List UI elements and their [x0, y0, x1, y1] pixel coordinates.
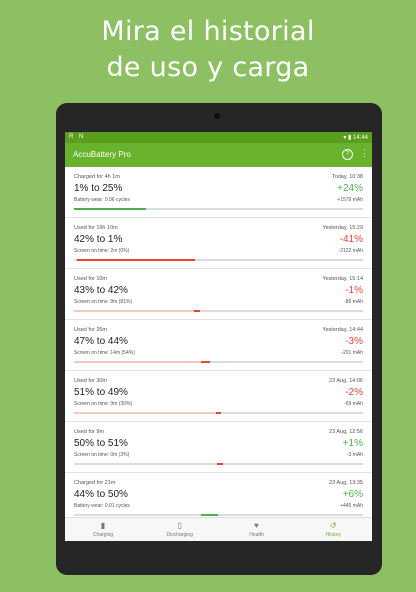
session-detail: Screen on time: 9m (30%)	[74, 401, 133, 407]
session-mah: -69 mAh	[344, 401, 363, 407]
session-card[interactable]: Used for 26m Yesterday, 14:44 47% to 44% -3…	[65, 320, 372, 371]
session-detail: Battery wear: 0.06 cycles	[74, 197, 130, 203]
session-range: 43% to 42%	[74, 285, 128, 296]
session-timestamp: Yesterday, 15:29	[322, 225, 363, 231]
nav-label: Discharging	[166, 532, 193, 538]
session-level-trail	[74, 310, 194, 312]
session-detail: Screen on time: 2m (0%)	[74, 248, 130, 254]
session-duration: Used for 9m	[74, 429, 104, 435]
session-change: -2%	[345, 387, 363, 398]
app-screen: R N ▾ ▮ 14:44 AccuBattery Pro ? ⋮ Charge…	[65, 132, 372, 541]
session-change: +6%	[342, 489, 363, 500]
session-level-bar	[74, 310, 363, 312]
session-detail: Battery wear: 0.01 cycles	[74, 503, 130, 509]
more-options-icon[interactable]: ⋮	[360, 148, 369, 159]
session-list[interactable]: Charged for 4h 1m Today, 10:38 1% to 25% +2…	[65, 167, 372, 517]
session-level-bar	[74, 259, 363, 261]
status-bar: R N ▾ ▮ 14:44	[65, 132, 372, 143]
session-level-bar	[74, 361, 363, 363]
session-mah: -201 mAh	[341, 350, 363, 356]
nav-history[interactable]: ↺ History	[295, 518, 371, 541]
history-icon: ↺	[329, 521, 337, 530]
session-mah: -86 mAh	[344, 299, 363, 305]
session-mah: -3 mAh	[346, 452, 363, 458]
app-title: AccuBattery Pro	[73, 150, 131, 159]
session-card[interactable]: Charged for 21m 23 Aug, 13:35 44% to 50% +6…	[65, 473, 372, 517]
session-card[interactable]: Used for 19h 10m Yesterday, 15:29 42% to 1…	[65, 218, 372, 269]
session-mah: +445 mAh	[340, 503, 363, 509]
nav-label: History	[325, 532, 342, 538]
session-level-bar	[74, 412, 363, 414]
session-card[interactable]: Used for 9m 23 Aug, 12:56 50% to 51% +1% Scr…	[65, 422, 372, 473]
session-card[interactable]: Used for 10m Yesterday, 15:14 43% to 42% -1…	[65, 269, 372, 320]
session-range: 42% to 1%	[74, 234, 123, 245]
session-change: +24%	[337, 183, 363, 194]
nav-label: Charging	[92, 532, 114, 538]
signal-battery-icon: ▾ ▮	[343, 135, 352, 141]
session-duration: Charged for 21m	[74, 480, 116, 486]
session-duration: Used for 26m	[74, 327, 108, 333]
session-detail: Screen on time: 8m (81%)	[74, 299, 133, 305]
session-change: -1%	[345, 285, 363, 296]
nav-charging[interactable]: ▮ Charging	[65, 518, 141, 541]
heart-icon: ♥	[254, 521, 259, 530]
promo-headline: Mira el historial de uso y carga	[0, 14, 416, 86]
session-level-trail	[74, 412, 216, 414]
session-level-fill	[216, 463, 224, 465]
nav-health[interactable]: ♥ Health	[219, 518, 295, 541]
session-timestamp: Yesterday, 14:44	[322, 327, 363, 333]
help-icon[interactable]: ?	[342, 149, 353, 160]
nav-discharging[interactable]: ▯ Discharging	[142, 518, 218, 541]
app-bar: AccuBattery Pro ? ⋮	[65, 143, 372, 167]
session-level-fill	[201, 514, 219, 516]
session-mah: +1579 mAh	[337, 197, 363, 203]
session-timestamp: Today, 10:38	[331, 174, 363, 180]
session-range: 44% to 50%	[74, 489, 128, 500]
headline-line-2: de uso y carga	[106, 52, 310, 83]
session-timestamp: Yesterday, 15:14	[322, 276, 363, 282]
nav-label: Health	[249, 532, 264, 538]
session-card[interactable]: Used for 30m 23 Aug, 14:06 51% to 49% -2% Sc…	[65, 371, 372, 422]
battery-charging-icon: ▮	[100, 521, 106, 530]
session-range: 47% to 44%	[74, 336, 128, 347]
session-level-fill	[193, 310, 200, 312]
status-right: ▾ ▮ 14:44	[343, 134, 368, 141]
session-change: -41%	[339, 234, 363, 245]
session-range: 50% to 51%	[74, 438, 128, 449]
session-level-fill	[201, 361, 210, 363]
session-detail: Screen on time: 14m (54%)	[74, 350, 135, 356]
session-timestamp: 23 Aug, 12:56	[329, 429, 363, 435]
session-duration: Charged for 4h 1m	[74, 174, 120, 180]
bottom-navigation: ▮ Charging ▯ Discharging ♥ Health ↺ History	[65, 517, 372, 541]
session-duration: Used for 10m	[74, 276, 108, 282]
session-level-fill	[76, 259, 196, 261]
status-time: 14:44	[352, 135, 368, 141]
session-detail: Screen on time: 0m (3%)	[74, 452, 130, 458]
camera-icon	[214, 113, 220, 119]
session-duration: Used for 30m	[74, 378, 108, 384]
session-card[interactable]: Charged for 4h 1m Today, 10:38 1% to 25% +2…	[65, 167, 372, 218]
session-level-fill	[74, 208, 147, 210]
tablet-frame: R N ▾ ▮ 14:44 AccuBattery Pro ? ⋮ Charge…	[56, 103, 382, 575]
session-change: -3%	[345, 336, 363, 347]
session-range: 1% to 25%	[74, 183, 123, 194]
session-level-bar	[74, 463, 363, 465]
status-notification-icons: R N	[69, 134, 86, 140]
session-timestamp: 23 Aug, 14:06	[329, 378, 363, 384]
headline-line-1: Mira el historial	[101, 16, 315, 47]
session-timestamp: 23 Aug, 13:35	[329, 480, 363, 486]
session-mah: -2122 mAh	[338, 248, 363, 254]
session-duration: Used for 19h 10m	[74, 225, 118, 231]
session-level-fill	[215, 412, 222, 414]
battery-discharging-icon: ▯	[177, 521, 182, 530]
session-level-bar	[74, 208, 363, 210]
session-range: 51% to 49%	[74, 387, 128, 398]
session-change: +1%	[342, 438, 363, 449]
session-level-trail	[74, 361, 202, 363]
session-level-bar	[74, 514, 363, 516]
